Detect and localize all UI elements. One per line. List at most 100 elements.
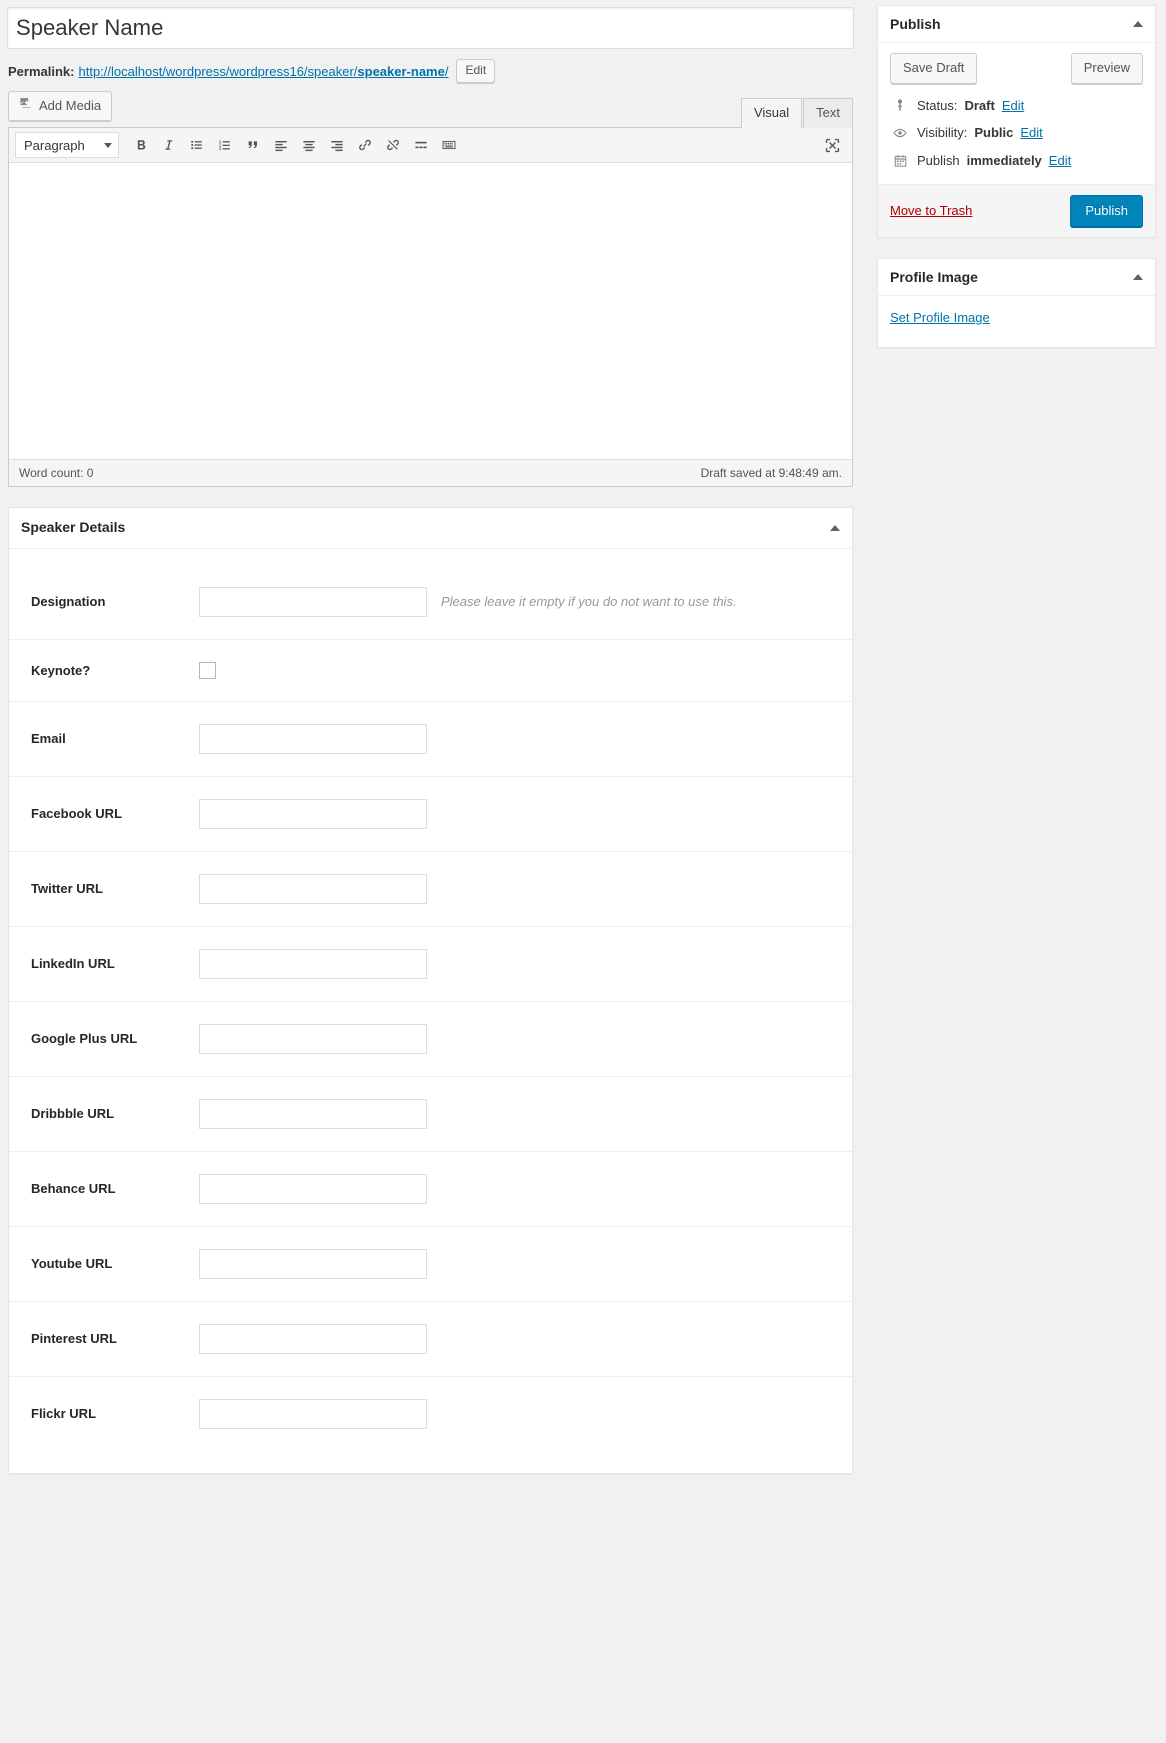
eye-icon bbox=[890, 125, 910, 141]
italic-icon[interactable] bbox=[155, 132, 183, 158]
word-count: Word count: 0 bbox=[19, 466, 93, 480]
field-row-behance-url: Behance URL bbox=[9, 1152, 852, 1227]
chevron-up-icon[interactable] bbox=[1133, 21, 1143, 27]
profile-image-metabox: Profile Image Set Profile Image bbox=[877, 258, 1156, 348]
align-right-icon[interactable] bbox=[323, 132, 351, 158]
pinterest-url-input[interactable] bbox=[199, 1324, 427, 1354]
draft-saved-status: Draft saved at 9:48:49 am. bbox=[701, 466, 842, 480]
field-label-facebook-url: Facebook URL bbox=[31, 806, 199, 821]
publish-visibility-row: Visibility: Public Edit bbox=[890, 119, 1143, 147]
visibility-value: Public bbox=[974, 125, 1013, 140]
facebook-url-input[interactable] bbox=[199, 799, 427, 829]
calendar-icon bbox=[890, 153, 910, 168]
publish-major-actions: Move to Trash Publish bbox=[878, 184, 1155, 238]
paragraph-format-select[interactable]: Paragraph bbox=[15, 132, 119, 158]
editor-status-bar: Word count: 0 Draft saved at 9:48:49 am. bbox=[9, 459, 852, 486]
add-media-button[interactable]: Add Media bbox=[8, 91, 112, 121]
permalink-label: Permalink: bbox=[8, 64, 74, 79]
behance-url-input[interactable] bbox=[199, 1174, 427, 1204]
profile-image-title: Profile Image bbox=[890, 269, 978, 285]
permalink-url-prefix: http://localhost/wordpress/wordpress16/s… bbox=[78, 64, 357, 79]
blockquote-icon[interactable] bbox=[239, 132, 267, 158]
publish-schedule-row: Publish immediately Edit bbox=[890, 147, 1143, 174]
field-label-twitter-url: Twitter URL bbox=[31, 881, 199, 896]
publish-header: Publish bbox=[878, 6, 1155, 43]
field-row-keynote: Keynote? bbox=[9, 640, 852, 702]
save-draft-button[interactable]: Save Draft bbox=[890, 53, 977, 84]
preview-button[interactable]: Preview bbox=[1071, 53, 1143, 84]
chevron-down-icon bbox=[104, 143, 112, 148]
numbered-list-icon[interactable]: 1 2 3 bbox=[211, 132, 239, 158]
field-label-behance-url: Behance URL bbox=[31, 1181, 199, 1196]
email-input[interactable] bbox=[199, 724, 427, 754]
edit-status-link[interactable]: Edit bbox=[1002, 98, 1024, 113]
publish-label: Publish bbox=[917, 153, 960, 168]
field-label-email: Email bbox=[31, 731, 199, 746]
field-row-twitter-url: Twitter URL bbox=[9, 852, 852, 927]
sidebar-column: Publish Save Draft Preview Status: Draft bbox=[877, 5, 1156, 368]
dribbble-url-input[interactable] bbox=[199, 1099, 427, 1129]
publish-title: Publish bbox=[890, 16, 941, 32]
google-plus-url-input[interactable] bbox=[199, 1024, 427, 1054]
unlink-icon[interactable] bbox=[379, 132, 407, 158]
editor-content-area[interactable] bbox=[9, 163, 852, 459]
bold-icon[interactable] bbox=[127, 132, 155, 158]
publish-minor-actions: Save Draft Preview bbox=[890, 53, 1143, 92]
publish-body: Save Draft Preview Status: Draft Edit bbox=[878, 43, 1155, 184]
flickr-url-input[interactable] bbox=[199, 1399, 427, 1429]
add-media-icon bbox=[19, 96, 33, 115]
field-row-youtube-url: Youtube URL bbox=[9, 1227, 852, 1302]
field-row-email: Email bbox=[9, 702, 852, 777]
field-row-google-plus-url: Google Plus URL bbox=[9, 1002, 852, 1077]
designation-description: Please leave it empty if you do not want… bbox=[441, 594, 737, 609]
twitter-url-input[interactable] bbox=[199, 874, 427, 904]
permalink-url[interactable]: http://localhost/wordpress/wordpress16/s… bbox=[78, 64, 448, 79]
align-left-icon[interactable] bbox=[267, 132, 295, 158]
bulleted-list-icon[interactable] bbox=[183, 132, 211, 158]
speaker-details-body: Designation Please leave it empty if you… bbox=[9, 549, 852, 1473]
publish-status-row: Status: Draft Edit bbox=[890, 92, 1143, 119]
field-label-dribbble-url: Dribbble URL bbox=[31, 1106, 199, 1121]
keyboard-shortcuts-icon[interactable] bbox=[435, 132, 463, 158]
field-label-google-plus-url: Google Plus URL bbox=[31, 1031, 199, 1046]
linkedin-url-input[interactable] bbox=[199, 949, 427, 979]
tab-visual[interactable]: Visual bbox=[741, 98, 802, 128]
chevron-up-icon[interactable] bbox=[1133, 274, 1143, 280]
insert-link-icon[interactable] bbox=[351, 132, 379, 158]
permalink-row: Permalink: http://localhost/wordpress/wo… bbox=[0, 49, 861, 89]
insert-more-tag-icon[interactable] bbox=[407, 132, 435, 158]
edit-permalink-button[interactable]: Edit bbox=[456, 59, 495, 83]
designation-input[interactable] bbox=[199, 587, 427, 617]
main-column: Permalink: http://localhost/wordpress/wo… bbox=[0, 0, 861, 1474]
publish-button[interactable]: Publish bbox=[1070, 195, 1143, 228]
post-title-input[interactable] bbox=[7, 7, 854, 49]
edit-visibility-link[interactable]: Edit bbox=[1020, 125, 1042, 140]
profile-image-body: Set Profile Image bbox=[878, 296, 1155, 347]
speaker-details-metabox: Speaker Details Designation Please leave… bbox=[8, 507, 853, 1474]
edit-publish-date-link[interactable]: Edit bbox=[1049, 153, 1071, 168]
field-label-keynote: Keynote? bbox=[31, 663, 199, 678]
distraction-free-icon[interactable] bbox=[820, 133, 844, 157]
content-editor: Paragraph bbox=[8, 127, 853, 487]
visibility-label: Visibility: bbox=[917, 125, 967, 140]
set-profile-image-link[interactable]: Set Profile Image bbox=[890, 310, 990, 325]
move-to-trash-link[interactable]: Move to Trash bbox=[890, 203, 972, 218]
title-section bbox=[0, 0, 861, 49]
publish-metabox: Publish Save Draft Preview Status: Draft bbox=[877, 5, 1156, 238]
youtube-url-input[interactable] bbox=[199, 1249, 427, 1279]
align-center-icon[interactable] bbox=[295, 132, 323, 158]
tab-text[interactable]: Text bbox=[803, 98, 853, 128]
permalink-url-suffix: / bbox=[445, 64, 449, 79]
field-label-flickr-url: Flickr URL bbox=[31, 1406, 199, 1421]
field-row-facebook-url: Facebook URL bbox=[9, 777, 852, 852]
field-row-flickr-url: Flickr URL bbox=[9, 1377, 852, 1451]
speaker-details-title: Speaker Details bbox=[21, 518, 125, 538]
keynote-checkbox[interactable] bbox=[199, 662, 216, 679]
wordpress-post-editor-page: Permalink: http://localhost/wordpress/wo… bbox=[0, 0, 1166, 1743]
field-row-designation: Designation Please leave it empty if you… bbox=[9, 565, 852, 640]
field-row-pinterest-url: Pinterest URL bbox=[9, 1302, 852, 1377]
editor-toolbar: Paragraph bbox=[9, 128, 852, 163]
field-row-linkedin-url: LinkedIn URL bbox=[9, 927, 852, 1002]
pin-icon bbox=[890, 98, 910, 112]
chevron-up-icon[interactable] bbox=[830, 525, 840, 531]
